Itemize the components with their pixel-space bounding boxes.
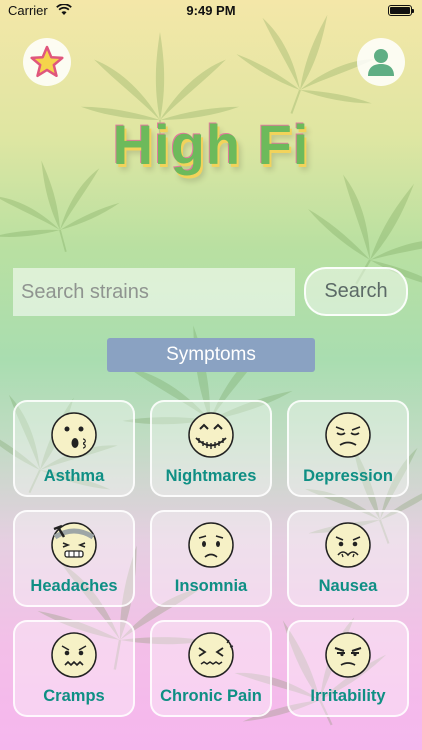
chronic-pain-face-icon (188, 632, 234, 678)
insomnia-face-icon (188, 522, 234, 568)
favorites-button[interactable] (23, 38, 71, 86)
symptom-tile-depression[interactable]: Depression (287, 400, 409, 497)
symptom-label: Insomnia (174, 577, 248, 595)
battery-icon (388, 5, 414, 16)
symptom-tile-cramps[interactable]: Cramps (13, 620, 135, 717)
symptom-tile-headaches[interactable]: Headaches (13, 510, 135, 607)
depression-face-icon (325, 412, 371, 458)
clock: 9:49 PM (186, 3, 236, 18)
headaches-face-icon (51, 522, 97, 568)
app-title: High Fi (112, 113, 310, 176)
symptom-label: Cramps (43, 687, 105, 705)
person-icon (368, 49, 394, 76)
profile-button[interactable] (357, 38, 405, 86)
star-icon (30, 45, 64, 78)
search-button[interactable]: Search (304, 267, 408, 316)
symptom-label: Chronic Pain (160, 687, 262, 705)
asthma-face-icon (51, 412, 97, 458)
symptom-tile-insomnia[interactable]: Insomnia (150, 510, 272, 607)
symptom-grid: Asthma Nightmares Depression Headaches I… (13, 400, 409, 717)
symptom-label: Irritability (310, 687, 386, 705)
symptom-tile-nightmares[interactable]: Nightmares (150, 400, 272, 497)
irritability-face-icon (325, 632, 371, 678)
symptom-tile-nausea[interactable]: Nausea (287, 510, 409, 607)
symptom-tile-irritability[interactable]: Irritability (287, 620, 409, 717)
search-input[interactable] (13, 268, 295, 316)
symptom-label: Nausea (318, 577, 378, 595)
symptom-label: Depression (303, 467, 393, 485)
symptom-label: Nightmares (165, 467, 257, 485)
nausea-face-icon (325, 522, 371, 568)
symptoms-heading: Symptoms (107, 338, 315, 372)
symptom-label: Asthma (43, 467, 105, 485)
symptom-tile-asthma[interactable]: Asthma (13, 400, 135, 497)
cramps-face-icon (51, 632, 97, 678)
symptom-label: Headaches (30, 577, 118, 595)
nightmares-face-icon (188, 412, 234, 458)
status-bar: Carrier 9:49 PM (0, 0, 422, 22)
symptom-tile-chronic-pain[interactable]: Chronic Pain (150, 620, 272, 717)
